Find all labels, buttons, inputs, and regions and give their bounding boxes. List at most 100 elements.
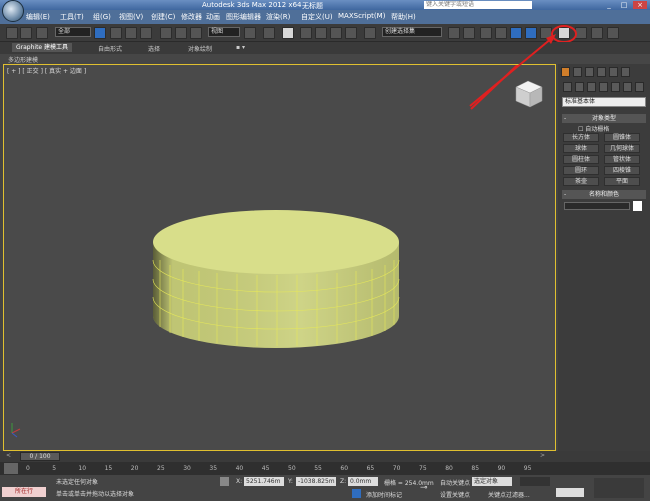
menu-animation[interactable]: 动画 — [206, 12, 220, 22]
maximize-button[interactable]: □ — [617, 1, 631, 9]
menu-views[interactable]: 视图(V) — [119, 12, 143, 22]
scale-icon[interactable] — [190, 27, 202, 39]
reference-coordinate-dropdown[interactable]: 视图 — [208, 27, 240, 37]
menu-create[interactable]: 创建(C) — [151, 12, 175, 22]
box-button[interactable]: 长方体 — [563, 133, 599, 142]
tab-object-paint[interactable]: 对象绘制 — [188, 44, 212, 53]
next-frame-icon[interactable]: > — [540, 452, 545, 459]
redo-icon[interactable] — [20, 27, 32, 39]
modify-tab-icon[interactable] — [573, 67, 582, 77]
ribbon-options-icon[interactable]: ▪ ▾ — [236, 44, 245, 51]
maxscript-listener[interactable]: 所在行 — [2, 487, 46, 497]
mini-curve-editor-icon[interactable] — [4, 463, 18, 474]
undo-icon[interactable] — [6, 27, 18, 39]
help-search-input[interactable]: 键入关键字或短语 — [424, 1, 532, 9]
systems-icon[interactable] — [635, 82, 644, 92]
add-time-tag-text[interactable]: 添加时间标记 — [366, 490, 402, 499]
utilities-tab-icon[interactable] — [621, 67, 630, 77]
autogrid-checkbox[interactable]: ☐ 自动栅格 — [578, 124, 609, 133]
angle-snap-icon[interactable] — [315, 27, 327, 39]
cylinder-button[interactable]: 圆柱体 — [563, 155, 599, 164]
perspective-viewport[interactable]: [ + ] [ 正交 ] [ 真实 + 边面 ] — [3, 64, 556, 451]
helpers-icon[interactable] — [611, 82, 620, 92]
time-tag-icon[interactable] — [352, 489, 361, 498]
set-key-button[interactable]: 设置关键点 — [440, 490, 470, 499]
edit-named-selection-icon[interactable] — [364, 27, 376, 39]
curve-editor-icon[interactable] — [510, 27, 522, 39]
menu-modifiers[interactable]: 修改器 — [181, 12, 202, 22]
mirror-icon[interactable] — [448, 27, 460, 39]
menu-tools[interactable]: 工具(T) — [60, 12, 84, 22]
pyramid-button[interactable]: 四棱锥 — [604, 166, 640, 175]
torus-button[interactable]: 圆环 — [563, 166, 599, 175]
select-manipulate-icon[interactable] — [263, 27, 275, 39]
key-mode-dropdown[interactable]: 选定对象 — [472, 477, 512, 486]
pivot-icon[interactable] — [244, 27, 256, 39]
polygon-modeling-label[interactable]: 多边形建模 — [8, 55, 38, 64]
tab-graphite-modeling[interactable]: Graphite 建模工具 — [12, 43, 73, 52]
menu-graph-editors[interactable]: 图形编辑器 — [226, 12, 261, 22]
schematic-view-icon[interactable] — [525, 27, 537, 39]
object-color-swatch[interactable] — [633, 201, 642, 211]
shapes-icon[interactable] — [575, 82, 584, 92]
minimize-button[interactable]: _ — [602, 1, 616, 9]
render-teapot-icon[interactable] — [607, 27, 619, 39]
prev-frame-icon[interactable]: < — [6, 452, 11, 459]
menu-group[interactable]: 组(G) — [93, 12, 111, 22]
teapot-button[interactable]: 茶壶 — [563, 177, 599, 186]
cone-button[interactable]: 圆锥体 — [604, 133, 640, 142]
viewport-navigation-controls[interactable] — [594, 478, 644, 498]
menu-rendering[interactable]: 渲染(R) — [266, 12, 290, 22]
percent-snap-icon[interactable] — [330, 27, 342, 39]
layer-manager-icon[interactable] — [480, 27, 492, 39]
hierarchy-tab-icon[interactable] — [585, 67, 594, 77]
align-icon[interactable] — [463, 27, 475, 39]
menu-customize[interactable]: 自定义(U) — [301, 12, 333, 22]
display-tab-icon[interactable] — [609, 67, 618, 77]
move-icon[interactable] — [160, 27, 172, 39]
auto-key-button[interactable]: 自动关键点 — [440, 478, 470, 487]
timeline-ruler[interactable]: 0 5 10 15 20 25 30 35 40 45 50 55 60 65 70 75 80 85 90 95 — [0, 462, 650, 475]
tab-freeform[interactable]: 自由形式 — [98, 44, 122, 53]
geometry-icon[interactable] — [563, 82, 572, 92]
object-type-rollout[interactable]: - 对象类型 — [562, 114, 646, 123]
tab-selection[interactable]: 选择 — [148, 44, 160, 53]
link-icon[interactable] — [36, 27, 48, 39]
lock-selection-icon[interactable] — [220, 477, 229, 486]
current-frame-field[interactable] — [556, 488, 584, 497]
window-crossing-icon[interactable] — [140, 27, 152, 39]
menu-help[interactable]: 帮助(H) — [391, 12, 416, 22]
x-coord-field[interactable]: 5251.746m — [244, 477, 284, 486]
time-slider-thumb[interactable]: 0 / 100 — [20, 452, 60, 461]
spacewarps-icon[interactable] — [623, 82, 632, 92]
name-color-rollout[interactable]: - 名称和颜色 — [562, 190, 646, 199]
rotate-icon[interactable] — [175, 27, 187, 39]
lights-icon[interactable] — [587, 82, 596, 92]
time-slider-track[interactable]: 0 / 100 < > — [0, 451, 650, 462]
render-production-icon[interactable] — [591, 27, 603, 39]
playback-controls[interactable] — [520, 477, 550, 486]
menu-maxscript[interactable]: MAXScript(M) — [338, 12, 385, 20]
rectangular-selection-icon[interactable] — [125, 27, 137, 39]
app-logo-icon[interactable] — [2, 0, 24, 22]
keyboard-shortcut-icon[interactable] — [282, 27, 294, 39]
named-selection-dropdown[interactable]: 创建选择集 — [382, 27, 442, 37]
tube-button[interactable]: 管状体 — [604, 155, 640, 164]
key-icon[interactable]: ⊸ — [420, 483, 428, 493]
cameras-icon[interactable] — [599, 82, 608, 92]
sphere-button[interactable]: 球体 — [563, 144, 599, 153]
create-tab-icon[interactable] — [561, 67, 570, 77]
graphite-toggle-icon[interactable] — [495, 27, 507, 39]
object-category-dropdown[interactable]: 标准基本体 — [562, 97, 646, 107]
plane-button[interactable]: 平面 — [604, 177, 640, 186]
selection-filter-dropdown[interactable]: 全部 — [55, 27, 91, 37]
select-object-icon[interactable] — [94, 27, 106, 39]
motion-tab-icon[interactable] — [597, 67, 606, 77]
snap-toggle-icon[interactable] — [300, 27, 312, 39]
key-filters-button[interactable]: 关键点过滤器... — [488, 490, 530, 499]
geosphere-button[interactable]: 几何球体 — [604, 144, 640, 153]
select-by-name-icon[interactable] — [110, 27, 122, 39]
spinner-snap-icon[interactable] — [345, 27, 357, 39]
viewcube-icon[interactable] — [515, 80, 543, 108]
z-coord-field[interactable]: 0.0mm — [348, 477, 378, 486]
